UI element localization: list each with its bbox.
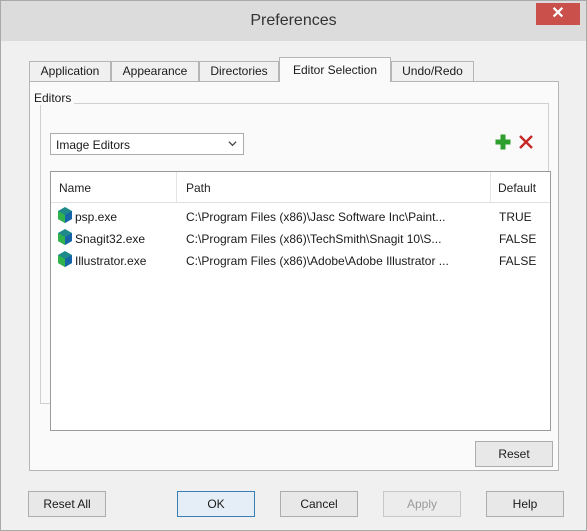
chevron-down-icon: [228, 141, 237, 147]
title-bar[interactable]: Preferences ✕: [1, 1, 586, 41]
editor-path: C:\Program Files (x86)\Jasc Software Inc…: [186, 210, 446, 224]
preferences-window: Preferences ✕ Application Appearance Dir…: [0, 0, 587, 531]
column-divider[interactable]: [490, 172, 491, 202]
add-editor-button[interactable]: [494, 133, 512, 151]
editor-name: psp.exe: [75, 210, 118, 224]
column-header-name[interactable]: Name: [59, 181, 91, 195]
tab-application[interactable]: Application: [29, 61, 111, 81]
tab-editor-selection[interactable]: Editor Selection: [279, 57, 391, 82]
application-icon: [58, 207, 72, 223]
tab-appearance[interactable]: Appearance: [111, 61, 199, 81]
application-icon: [58, 229, 72, 245]
table-row[interactable]: Illustrator.exe C:\Program Files (x86)\A…: [51, 250, 550, 272]
editor-type-dropdown[interactable]: Image Editors: [50, 133, 244, 155]
table-row[interactable]: psp.exe C:\Program Files (x86)\Jasc Soft…: [51, 206, 550, 228]
cancel-button[interactable]: Cancel: [280, 491, 358, 517]
list-header: Name Path Default: [51, 172, 550, 203]
editor-default: FALSE: [499, 232, 537, 246]
close-button[interactable]: ✕: [536, 3, 580, 25]
help-button[interactable]: Help: [486, 491, 564, 517]
ok-button[interactable]: OK: [177, 491, 255, 517]
editor-path: C:\Program Files (x86)\Adobe\Adobe Illus…: [186, 254, 449, 268]
reset-all-button[interactable]: Reset All: [28, 491, 106, 517]
remove-editor-button[interactable]: [517, 133, 535, 151]
column-header-path[interactable]: Path: [186, 181, 211, 195]
editors-group-label: Editors: [31, 91, 75, 105]
apply-button[interactable]: Apply: [383, 491, 461, 517]
tab-undo-redo[interactable]: Undo/Redo: [391, 61, 474, 81]
column-divider[interactable]: [176, 172, 177, 202]
editor-name: Snagit32.exe: [75, 232, 146, 246]
reset-button[interactable]: Reset: [475, 441, 553, 467]
editor-path: C:\Program Files (x86)\TechSmith\Snagit …: [186, 232, 442, 246]
editors-list[interactable]: Name Path Default psp.exe C:\Program Fil…: [50, 171, 551, 431]
column-header-default[interactable]: Default: [498, 181, 536, 195]
tab-directories[interactable]: Directories: [199, 61, 279, 81]
application-icon: [58, 251, 72, 267]
editor-type-value: Image Editors: [56, 138, 131, 152]
editor-default: TRUE: [499, 210, 532, 224]
window-title: Preferences: [250, 12, 337, 29]
table-row[interactable]: Snagit32.exe C:\Program Files (x86)\Tech…: [51, 228, 550, 250]
editor-default: FALSE: [499, 254, 537, 268]
editor-name: Illustrator.exe: [75, 254, 147, 268]
